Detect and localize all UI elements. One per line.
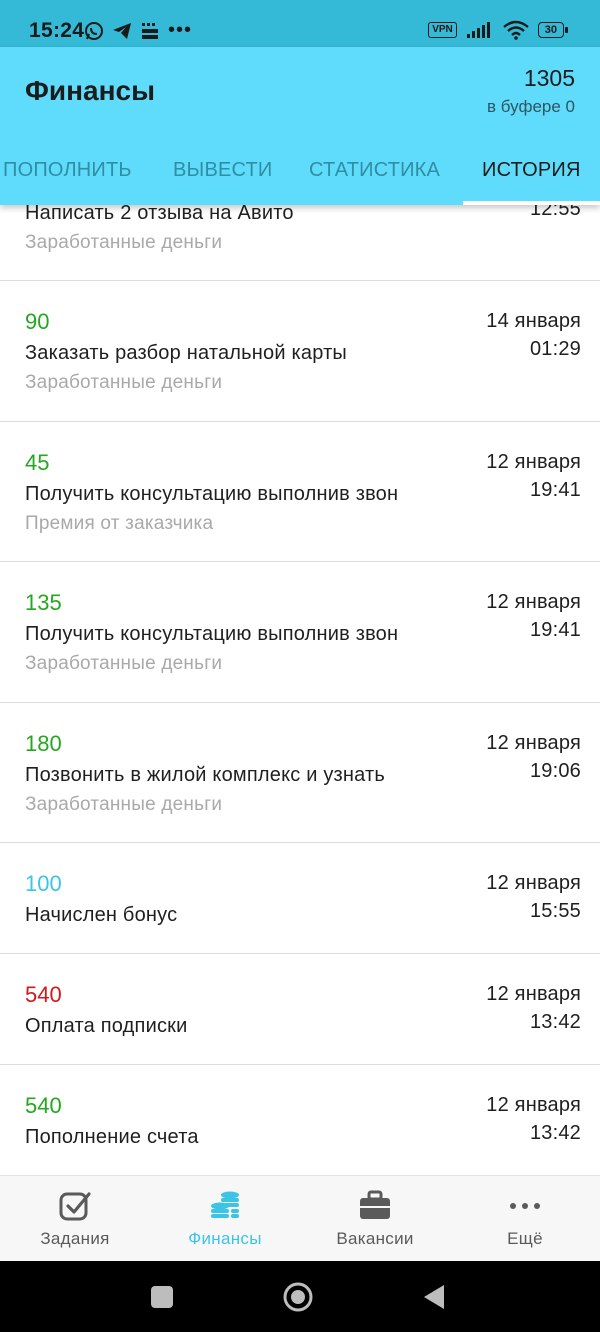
history-item-description: Начислен бонус [25, 904, 178, 926]
battery-icon: 30 [537, 22, 569, 38]
buffer-value: в буфере 0 [487, 97, 575, 116]
history-item[interactable]: 540 Пополнение счета 12 января 13:42 [0, 1065, 600, 1175]
page-title: Финансы [25, 75, 155, 106]
more-notifications-icon: ••• [168, 19, 193, 41]
history-item[interactable]: 90 Заказать разбор натальной карты Зараб… [0, 281, 600, 422]
back-triangle-icon [424, 1284, 444, 1309]
status-bar: 15:24 ••• VPN 30 [0, 0, 600, 47]
nav-tasks[interactable]: Задания [0, 1176, 150, 1262]
history-item-date: 14 января [486, 310, 581, 332]
home-button[interactable] [268, 1261, 328, 1332]
history-item-category: Премия от заказчика [25, 513, 214, 534]
telegram-icon [113, 22, 131, 39]
nav-finances[interactable]: Финансы [150, 1176, 300, 1262]
history-item[interactable]: 540 Оплата подписки 12 января 13:42 [0, 954, 600, 1065]
signal-icon [466, 22, 490, 38]
system-navigation-bar [0, 1261, 600, 1332]
history-item-amount: 135 [25, 590, 62, 615]
history-item-time: 13:42 [529, 1011, 581, 1033]
coins-icon [211, 1191, 239, 1218]
vpn-icon: VPN [428, 22, 457, 38]
history-item-amount: 540 [25, 982, 62, 1007]
history-item-amount: 100 [25, 871, 62, 896]
history-item-time: 19:41 [529, 479, 581, 501]
tab-withdraw[interactable]: ВЫВЕСТИ [173, 159, 273, 182]
history-item-category: Заработанные деньги [25, 794, 223, 815]
history-item-time: 15:55 [529, 900, 581, 922]
nav-vacancies-label: Вакансии [336, 1229, 414, 1248]
nav-finances-label: Финансы [188, 1229, 262, 1248]
history-item-description: Оплата подписки [25, 1015, 188, 1037]
detmir-icon [142, 22, 158, 39]
history-item-amount: 90 [25, 309, 50, 334]
nav-tasks-label: Задания [40, 1229, 110, 1248]
more-icon [510, 1203, 540, 1209]
tab-deposit[interactable]: ПОПОЛНИТЬ [3, 159, 132, 182]
active-tab-indicator [463, 201, 600, 205]
history-item-date: 12 января [486, 732, 581, 754]
wifi-icon [502, 20, 529, 40]
tab-history[interactable]: ИСТОРИЯ [482, 159, 581, 182]
status-time: 15:24 [29, 19, 85, 42]
tab-statistics[interactable]: СТАТИСТИКА [309, 159, 440, 182]
history-item[interactable]: 135 Получить консультацию выполнив звон … [0, 562, 600, 703]
history-item-description: Позвонить в жилой комплекс и узнать [25, 764, 386, 786]
history-item-description: Получить консультацию выполнив звон [25, 483, 399, 505]
home-circle-icon [283, 1282, 313, 1311]
history-item-amount: 45 [25, 450, 50, 475]
nav-vacancies[interactable]: Вакансии [300, 1176, 450, 1262]
history-item[interactable]: 180 Позвонить в жилой комплекс и узнать … [0, 703, 600, 843]
briefcase-icon [360, 1190, 390, 1219]
nav-more[interactable]: Ещё [450, 1176, 600, 1262]
history-item-description: Пополнение счета [25, 1126, 199, 1148]
history-item-amount: 540 [25, 1093, 62, 1118]
history-item[interactable]: 45 Получить консультацию выполнив звон П… [0, 422, 600, 562]
history-item-description: Получить консультацию выполнив звон [25, 623, 399, 645]
history-item-category: Заработанные деньги [25, 653, 223, 674]
history-item[interactable]: 100 Начислен бонус 12 января 15:55 [0, 843, 600, 954]
history-item-time: 12:55 [529, 205, 581, 220]
nav-more-label: Ещё [507, 1229, 543, 1248]
app-header: Финансы 1305 в буфере 0 ПОПОЛНИТЬ ВЫВЕСТ… [0, 47, 600, 205]
history-item-time: 13:42 [529, 1122, 581, 1144]
back-button[interactable] [404, 1261, 464, 1332]
whatsapp-icon [85, 21, 103, 40]
history-item-amount: 180 [25, 731, 62, 756]
checkbox-icon [59, 1192, 91, 1221]
history-list[interactable]: Написать 2 отзыва на Авито Заработанные … [0, 205, 600, 1175]
history-item-time: 19:41 [529, 619, 581, 641]
history-item-category: Заработанные деньги [25, 232, 223, 253]
history-item-date: 12 января [486, 983, 581, 1005]
bottom-navigation: Задания Финансы Вакансии Ещё [0, 1175, 600, 1261]
history-item-date: 12 января [486, 1094, 581, 1116]
history-item-description: Заказать разбор натальной карты [25, 342, 348, 364]
square-icon [151, 1285, 173, 1308]
history-item-date: 12 января [486, 872, 581, 894]
tabs-bar: ПОПОЛНИТЬ ВЫВЕСТИ СТАТИСТИКА ИСТОРИЯ [0, 147, 600, 205]
history-item-description: Написать 2 отзыва на Авито [25, 205, 294, 224]
history-item-time: 01:29 [529, 338, 581, 360]
recent-apps-button[interactable] [132, 1261, 192, 1332]
history-item-date: 12 января [486, 451, 581, 473]
balance-value: 1305 [523, 65, 575, 91]
history-item-time: 19:06 [529, 760, 581, 782]
history-item-category: Заработанные деньги [25, 372, 223, 393]
history-item[interactable]: Написать 2 отзыва на Авито Заработанные … [0, 205, 600, 281]
history-item-date: 12 января [486, 591, 581, 613]
